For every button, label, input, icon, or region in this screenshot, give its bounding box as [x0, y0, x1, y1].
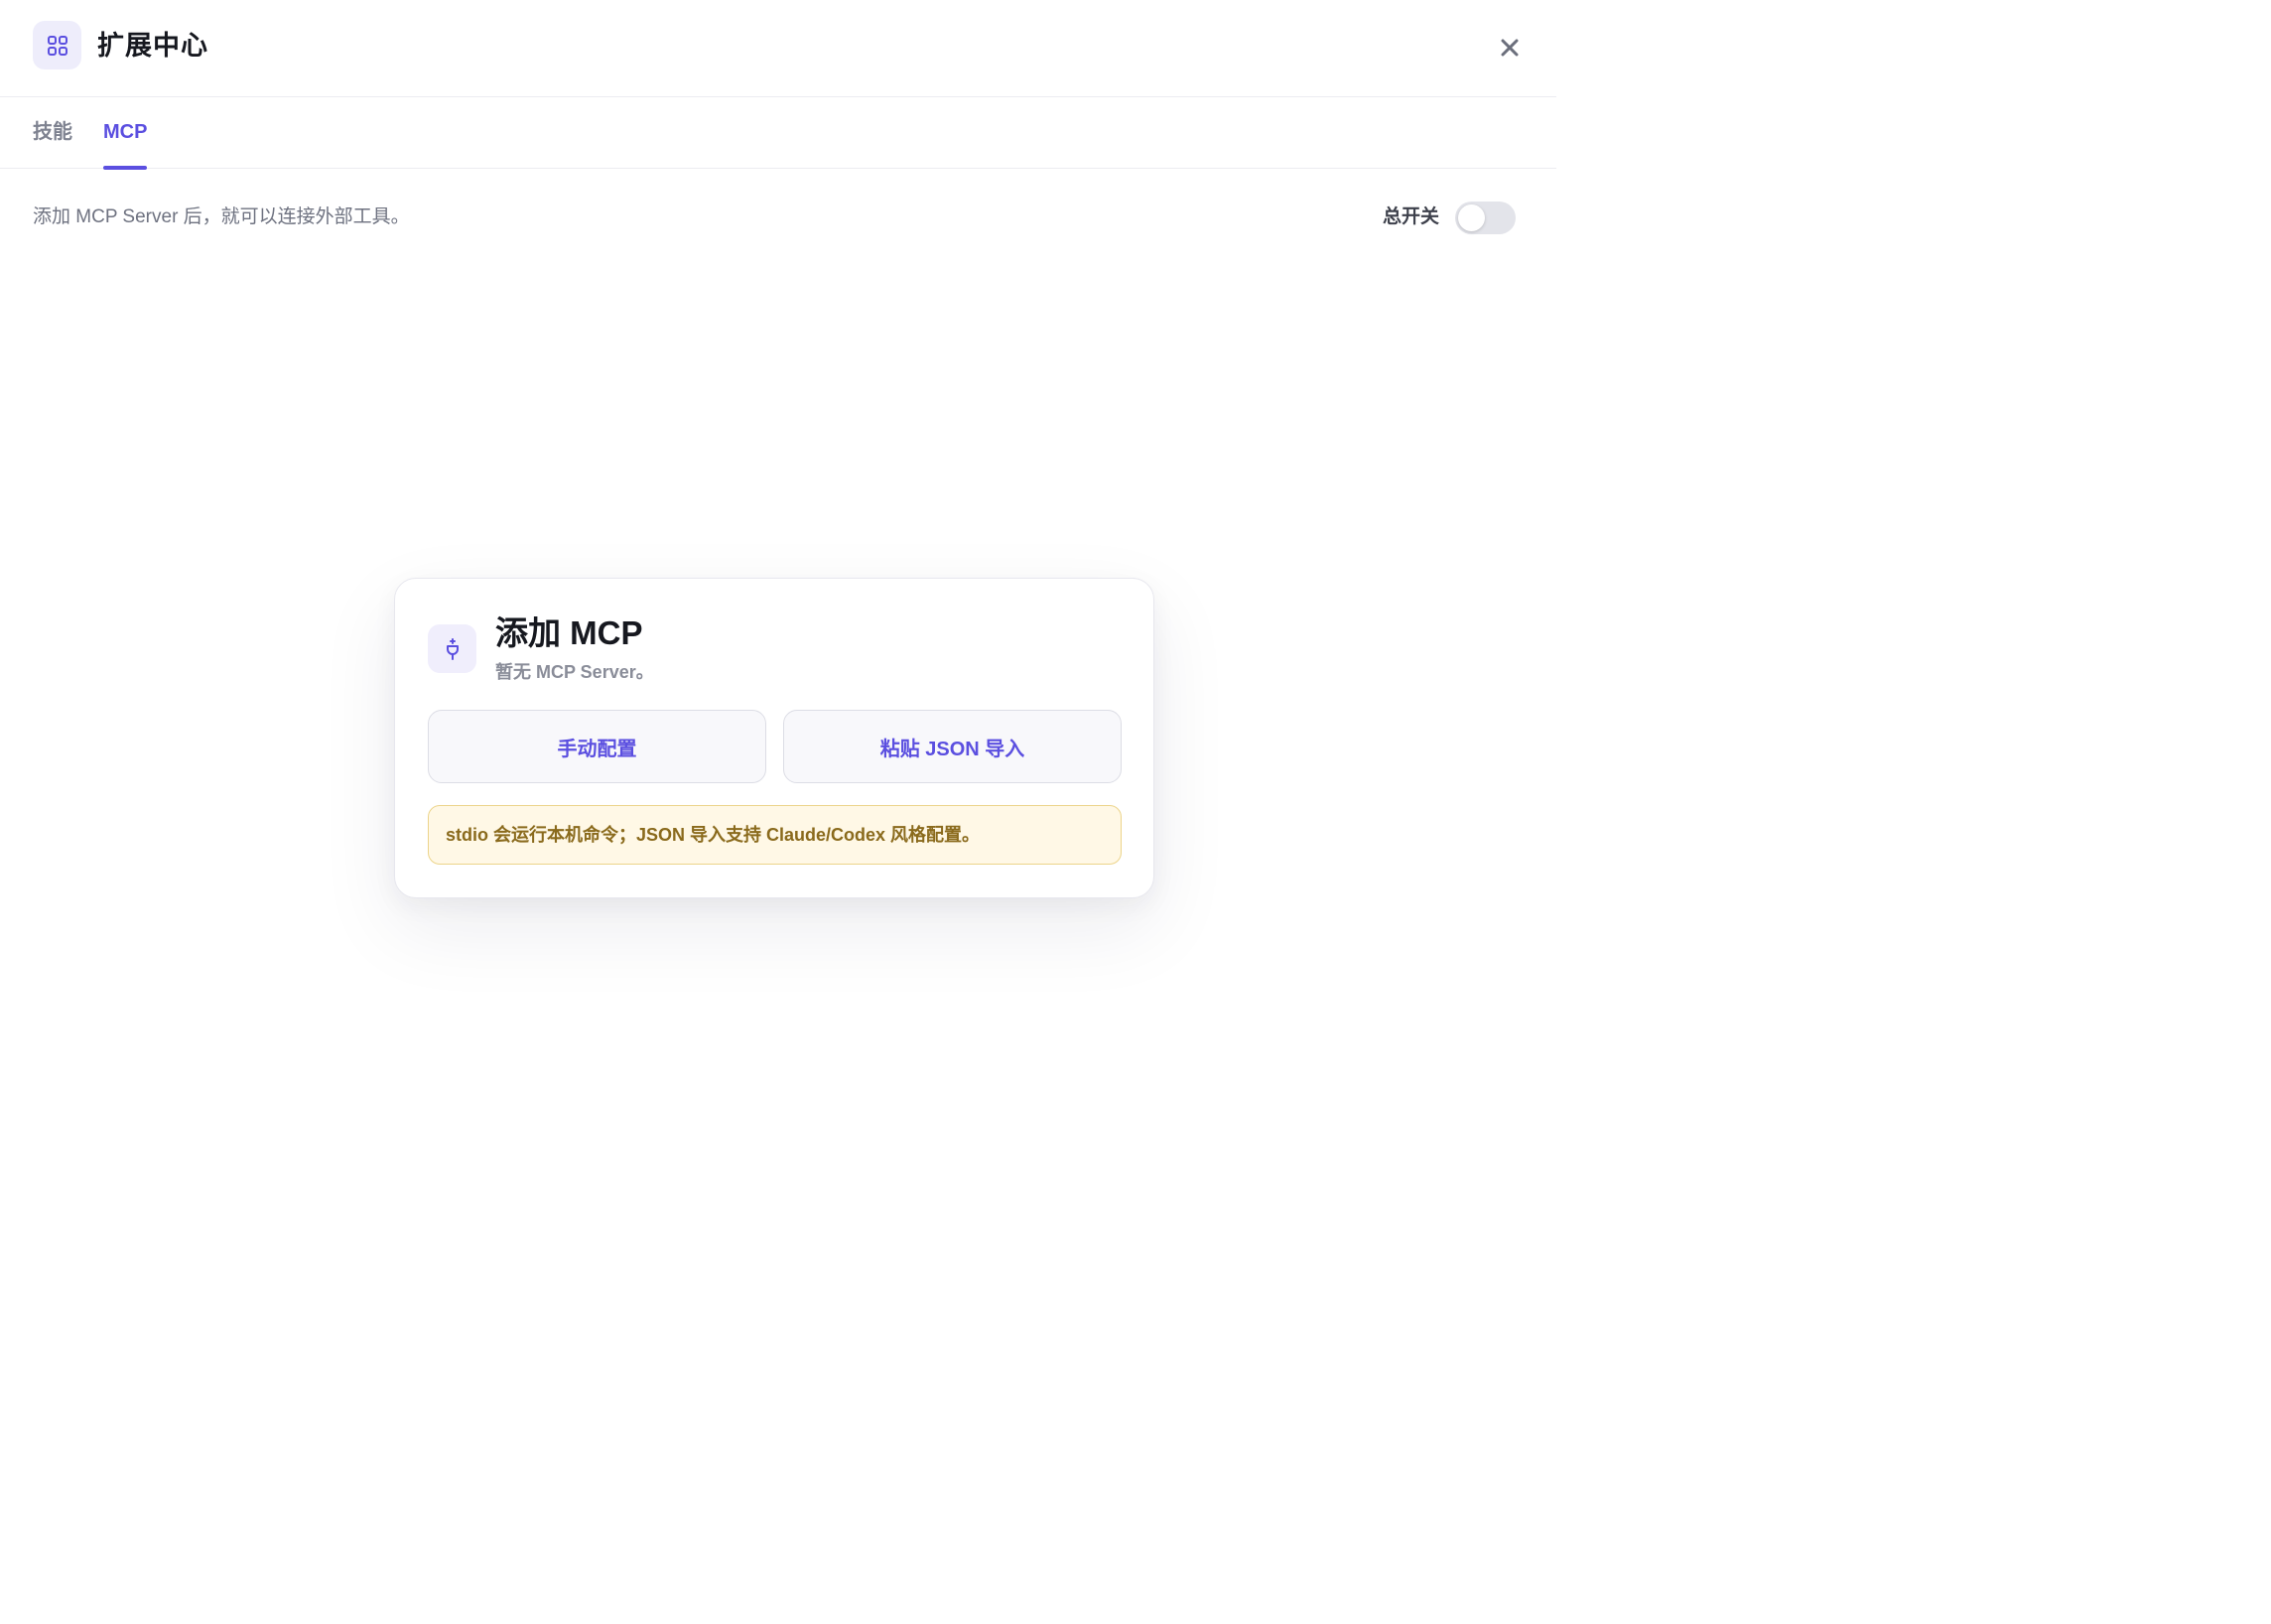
card-title: 添加 MCP	[495, 614, 643, 651]
tab-mcp[interactable]: MCP	[103, 97, 148, 170]
extension-center-page: 扩展中心 技能 MCP 添加 MCP Server 后，就可以连接外部工具。 总…	[0, 0, 1556, 1115]
master-switch-label: 总开关	[1383, 206, 1440, 227]
tab-label: 技能	[33, 121, 72, 143]
tab-skills[interactable]: 技能	[33, 97, 72, 168]
manual-config-button[interactable]: 手动配置	[428, 710, 766, 783]
page-title: 扩展中心	[97, 31, 208, 61]
toggle-knob	[1458, 204, 1485, 231]
card-subtitle: 暂无 MCP Server。	[495, 662, 654, 682]
stdio-notice: stdio 会运行本机命令；JSON 导入支持 Claude/Codex 风格配…	[428, 805, 1122, 865]
tab-bar: 技能 MCP	[0, 97, 1556, 170]
tab-label: MCP	[103, 121, 148, 143]
header: 扩展中心	[0, 0, 1556, 97]
plug-icon	[428, 624, 476, 673]
add-mcp-card: 添加 MCP 暂无 MCP Server。 手动配置 粘贴 JSON 导入 st…	[394, 578, 1154, 898]
paste-json-import-button[interactable]: 粘贴 JSON 导入	[783, 710, 1122, 783]
mcp-description: 添加 MCP Server 后，就可以连接外部工具。	[33, 206, 410, 227]
active-tab-indicator	[103, 166, 148, 170]
close-button[interactable]	[1494, 32, 1526, 64]
master-switch-toggle[interactable]	[1455, 202, 1516, 234]
close-icon	[1501, 39, 1519, 57]
grid-icon	[33, 21, 81, 69]
